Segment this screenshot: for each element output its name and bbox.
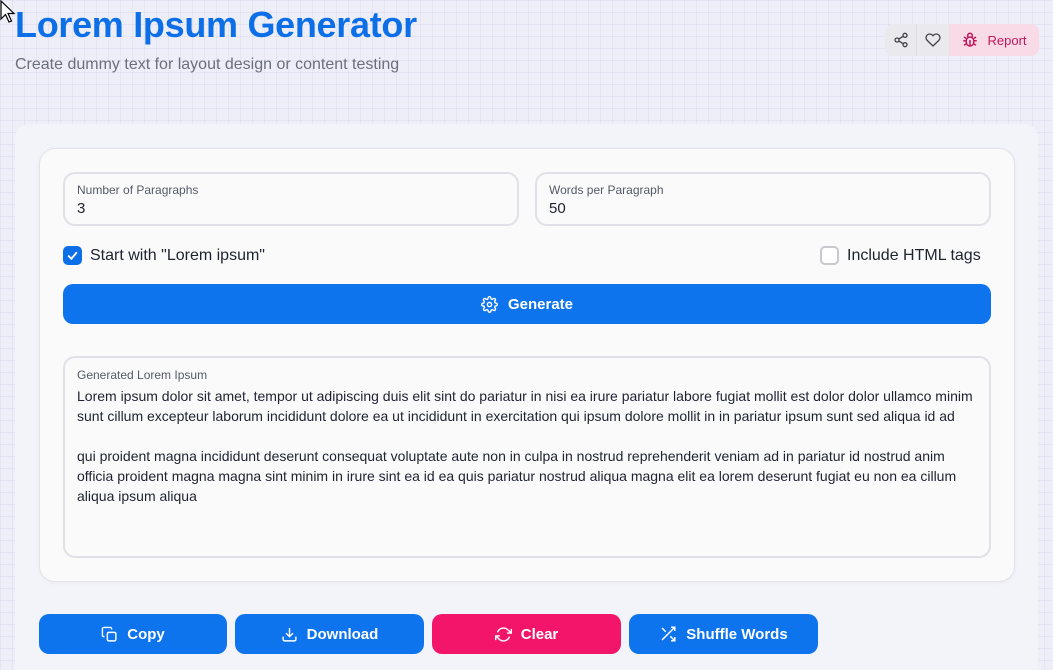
page-subtitle: Create dummy text for layout design or c… xyxy=(15,56,400,73)
words-field[interactable]: Words per Paragraph xyxy=(535,172,991,226)
favorite-button[interactable] xyxy=(917,24,949,56)
report-button[interactable]: Report xyxy=(949,24,1039,56)
gear-icon xyxy=(481,295,498,313)
page-title: Lorem Ipsum Generator xyxy=(15,4,417,45)
paragraphs-field[interactable]: Number of Paragraphs xyxy=(63,172,519,226)
html-tags-label: Include HTML tags xyxy=(847,246,981,264)
start-lorem-checkbox[interactable] xyxy=(63,246,82,265)
html-tags-option[interactable]: Include HTML tags xyxy=(820,246,981,265)
copy-button[interactable]: Copy xyxy=(39,614,227,654)
shuffle-icon xyxy=(661,626,676,642)
download-button[interactable]: Download xyxy=(235,614,424,654)
check-icon xyxy=(67,251,78,261)
heart-icon xyxy=(925,33,941,47)
shuffle-label: Shuffle Words xyxy=(686,625,788,643)
download-label: Download xyxy=(306,625,379,643)
top-actions-group: Report xyxy=(885,24,1039,56)
html-tags-checkbox[interactable] xyxy=(820,246,839,265)
generate-label: Generate xyxy=(507,295,574,313)
paragraphs-input[interactable] xyxy=(77,200,505,217)
share-button[interactable] xyxy=(885,24,917,56)
shuffle-button[interactable]: Shuffle Words xyxy=(629,614,818,654)
output-text: Lorem ipsum dolor sit amet, tempor ut ad… xyxy=(77,388,973,504)
bug-icon xyxy=(963,32,978,47)
clear-label: Clear xyxy=(520,625,559,643)
words-label: Words per Paragraph xyxy=(549,183,664,197)
report-label: Report xyxy=(987,32,1027,48)
output-textarea[interactable]: Generated Lorem Ipsum Lorem ipsum dolor … xyxy=(63,356,991,558)
paragraphs-label: Number of Paragraphs xyxy=(77,183,199,197)
words-input[interactable] xyxy=(549,200,977,217)
copy-label: Copy xyxy=(127,625,165,643)
copy-icon xyxy=(101,626,117,642)
output-label: Generated Lorem Ipsum xyxy=(77,368,208,382)
start-lorem-option[interactable]: Start with "Lorem ipsum" xyxy=(63,246,265,265)
clear-button[interactable]: Clear xyxy=(432,614,621,654)
share-icon xyxy=(893,32,908,48)
generate-button[interactable]: Generate xyxy=(63,284,991,324)
download-icon xyxy=(282,627,297,642)
refresh-icon xyxy=(494,626,512,642)
start-lorem-label: Start with "Lorem ipsum" xyxy=(90,246,265,264)
